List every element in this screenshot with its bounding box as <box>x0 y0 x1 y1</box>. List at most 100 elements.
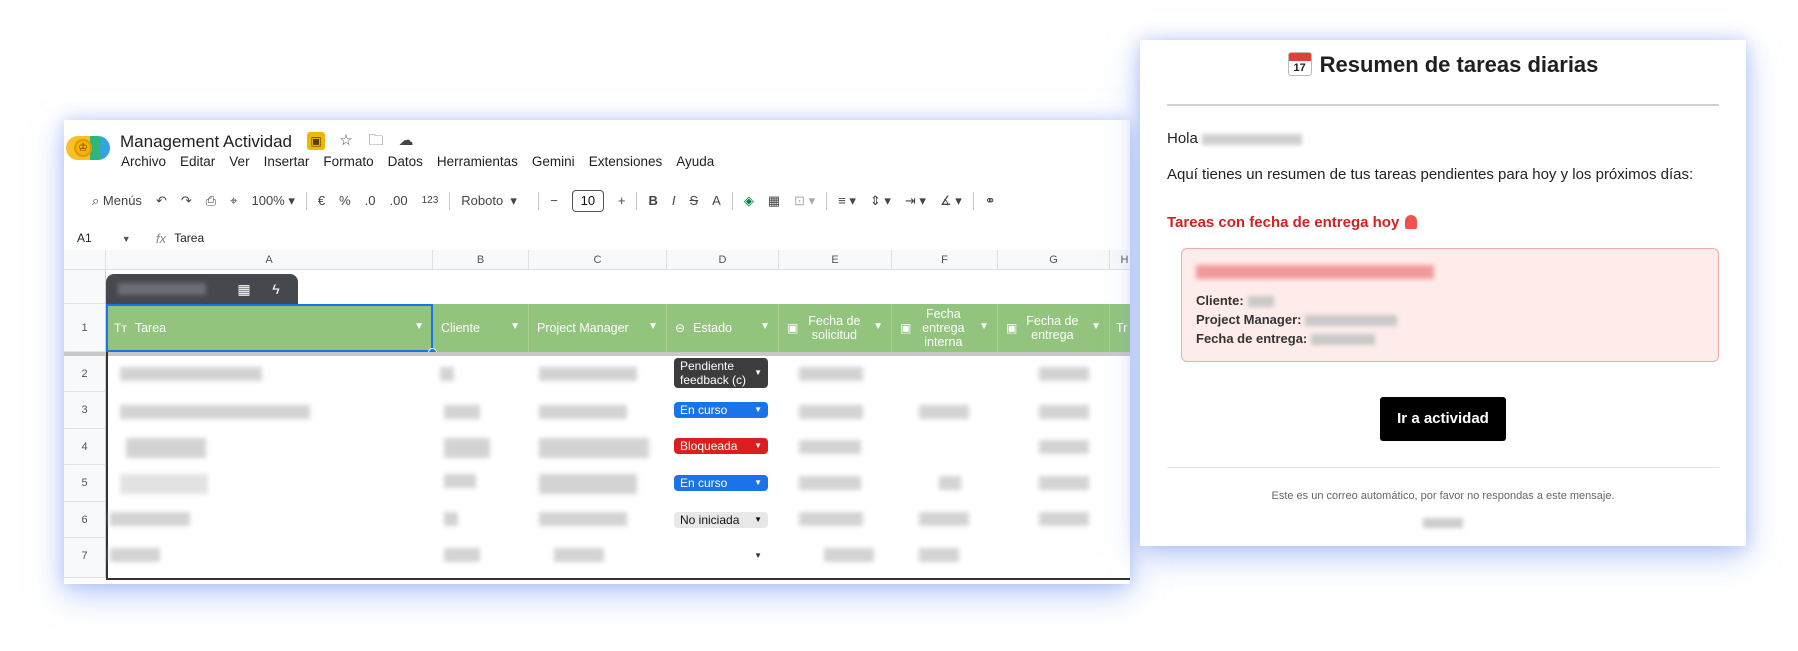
menu-search-label: Menús <box>102 193 142 208</box>
redacted-cell <box>919 405 969 419</box>
column-header-g[interactable]: G <box>998 250 1110 270</box>
status-chip-label: Bloqueada <box>680 439 738 453</box>
table-grid-icon[interactable]: ▦ <box>234 279 254 299</box>
cloud-status-icon[interactable]: ☁ <box>397 132 415 150</box>
menu-herramientas[interactable]: Herramientas <box>437 154 518 169</box>
chevron-down-icon[interactable]: ▼ <box>760 321 770 332</box>
redacted-cell <box>444 548 480 562</box>
chevron-down-icon[interactable]: ▼ <box>873 321 883 332</box>
move-folder-icon[interactable]: 🗀 <box>367 132 385 150</box>
row-header-2[interactable]: 2 <box>64 356 106 392</box>
increase-decimal-button[interactable]: .00 <box>383 189 415 213</box>
toolbar-divider <box>972 192 974 210</box>
menu-editar[interactable]: Editar <box>180 154 215 169</box>
column-header-e[interactable]: E <box>779 250 892 270</box>
currency-button[interactable]: € <box>311 189 332 213</box>
chevron-down-icon[interactable]: ▼ <box>648 321 658 332</box>
name-box[interactable]: A1 ▼ <box>64 231 146 245</box>
selected-cell-a1[interactable] <box>106 304 433 352</box>
font-size-increase-button[interactable]: + <box>611 189 633 213</box>
header-estado[interactable]: ⊖ Estado ▼ <box>667 304 779 352</box>
select-all-corner[interactable] <box>64 250 106 270</box>
chevron-down-icon[interactable]: ▼ <box>510 321 520 332</box>
redo-icon[interactable]: ↷ <box>174 189 199 213</box>
menu-search[interactable]: ⌕ Menús <box>64 189 149 213</box>
borders-icon[interactable]: ▦ <box>761 189 787 213</box>
toolbar-divider <box>449 192 451 210</box>
column-header-d[interactable]: D <box>667 250 779 270</box>
zoom-select[interactable]: 100% ▾ <box>244 189 301 213</box>
bold-button[interactable]: B <box>641 189 664 213</box>
redacted-value <box>1247 296 1274 308</box>
redacted-cell <box>126 438 206 458</box>
text-rotation-icon[interactable]: ∡ ▾ <box>933 189 969 213</box>
status-chip-en-curso[interactable]: En curso ▼ <box>674 475 768 491</box>
app-logo-icon: ♔ <box>66 136 110 160</box>
header-fecha-solicitud[interactable]: ▣ Fecha de solicitud ▼ <box>779 304 892 352</box>
row-header-5[interactable]: 5 <box>64 465 106 502</box>
paint-format-icon[interactable]: ⌖ <box>223 189 244 213</box>
header-next-column[interactable]: Tr <box>1110 304 1130 352</box>
menu-extensiones[interactable]: Extensiones <box>589 154 663 169</box>
strikethrough-button[interactable]: S <box>682 189 705 213</box>
status-chip-en-curso[interactable]: En curso ▼ <box>674 402 768 418</box>
text-wrap-icon[interactable]: ⇥ ▾ <box>898 189 933 213</box>
menu-archivo[interactable]: Archivo <box>121 154 166 169</box>
status-chip-bloqueada[interactable]: Bloqueada ▼ <box>674 438 768 454</box>
column-header-c[interactable]: C <box>529 250 667 270</box>
font-size-field[interactable]: 10 <box>565 189 611 213</box>
redacted-cell <box>444 438 490 458</box>
redacted-cell <box>120 367 262 381</box>
status-chip-pendiente[interactable]: Pendiente feedback (c) ▼ <box>674 358 768 388</box>
column-header-b[interactable]: B <box>433 250 529 270</box>
menu-ver[interactable]: Ver <box>229 154 249 169</box>
row-header-4[interactable]: 4 <box>64 429 106 465</box>
text-color-button[interactable]: A <box>705 189 728 213</box>
row-header-1[interactable]: 1 <box>64 304 106 352</box>
column-header-f[interactable]: F <box>892 250 998 270</box>
row-header-3[interactable]: 3 <box>64 392 106 429</box>
menu-formato[interactable]: Formato <box>323 154 373 169</box>
go-to-activity-button[interactable]: Ir a actividad <box>1380 397 1506 441</box>
font-size-decrease-button[interactable]: − <box>543 189 565 213</box>
greeting-text: Hola <box>1167 130 1198 147</box>
due-today-heading: Tareas con fecha de entrega hoy <box>1167 214 1418 231</box>
row-header-7[interactable]: 7 <box>64 538 106 578</box>
menu-datos[interactable]: Datos <box>388 154 423 169</box>
task-card: Cliente: Project Manager: Fecha de entre… <box>1181 248 1719 362</box>
italic-button[interactable]: I <box>665 189 683 213</box>
function-icon: fx <box>156 230 167 246</box>
status-chip-no-iniciada[interactable]: No iniciada ▼ <box>674 512 768 528</box>
formula-input[interactable]: Tarea <box>174 231 204 245</box>
insert-link-icon[interactable]: ⚭ <box>978 189 1003 213</box>
fill-color-icon[interactable]: ◈ <box>737 189 761 213</box>
chevron-down-icon[interactable]: ▼ <box>979 321 989 332</box>
header-project-manager[interactable]: Project Manager ▼ <box>529 304 667 352</box>
menu-gemini[interactable]: Gemini <box>532 154 575 169</box>
slides-icon[interactable]: ▣ <box>307 132 325 150</box>
header-cliente[interactable]: Cliente ▼ <box>433 304 529 352</box>
header-fecha-entrega[interactable]: ▣ Fecha de entrega ▼ <box>998 304 1110 352</box>
menu-insertar[interactable]: Insertar <box>264 154 310 169</box>
chevron-down-icon[interactable]: ▼ <box>1091 321 1101 332</box>
menu-ayuda[interactable]: Ayuda <box>676 154 714 169</box>
align-horizontal-icon[interactable]: ≡ ▾ <box>831 189 863 213</box>
align-vertical-icon[interactable]: ⇕ ▾ <box>863 189 898 213</box>
merge-cells-icon[interactable]: ⊡ ▾ <box>787 189 822 213</box>
font-select[interactable]: Roboto ▾ <box>454 189 534 213</box>
document-title[interactable]: Management Actividad <box>120 132 292 152</box>
row-header-6[interactable]: 6 <box>64 502 106 538</box>
number-format-button[interactable]: 123 <box>415 189 446 213</box>
star-icon[interactable]: ☆ <box>337 132 355 150</box>
status-chip-empty[interactable]: ▼ <box>674 548 768 564</box>
print-icon[interactable]: ⎙ <box>199 189 223 213</box>
percent-button[interactable]: % <box>332 189 358 213</box>
frozen-row-divider[interactable] <box>64 352 1130 356</box>
redacted-cell <box>120 474 208 494</box>
decrease-decimal-button[interactable]: .0 <box>358 189 383 213</box>
column-header-h[interactable]: H <box>1110 250 1130 270</box>
column-header-a[interactable]: A <box>106 250 433 270</box>
lightning-icon[interactable]: ϟ <box>266 279 286 299</box>
header-fecha-entrega-interna[interactable]: ▣ Fecha entrega interna ▼ <box>892 304 998 352</box>
undo-icon[interactable]: ↶ <box>149 189 174 213</box>
